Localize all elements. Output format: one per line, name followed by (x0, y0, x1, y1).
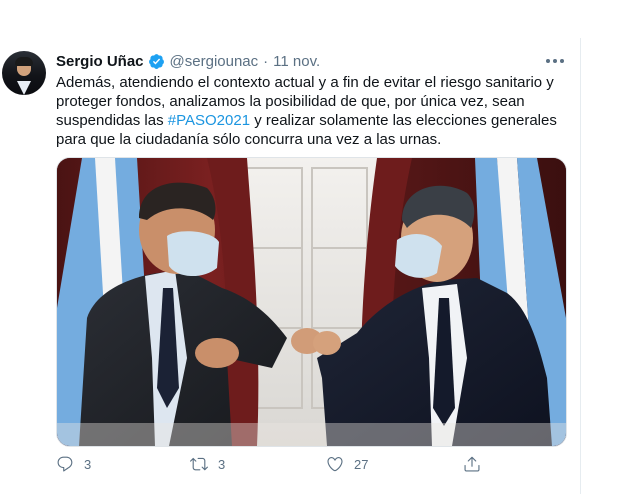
more-dot (546, 59, 550, 63)
like-button[interactable]: 27 (326, 455, 368, 473)
retweet-icon (190, 457, 208, 471)
share-icon (464, 456, 480, 472)
reply-button[interactable]: 3 (56, 455, 91, 473)
verified-badge-icon (148, 53, 165, 70)
tweet-header: Sergio Uñac @sergiounac · 11 nov. (56, 51, 320, 71)
tweet-actions: 3 3 27 (56, 455, 566, 475)
retweet-count: 3 (218, 456, 226, 472)
photo-illustration (57, 158, 566, 446)
tweet: Sergio Uñac @sergiounac · 11 nov. Además… (0, 0, 580, 494)
reply-count: 3 (84, 456, 92, 472)
tweet-date[interactable]: 11 nov. (273, 53, 320, 70)
retweet-button[interactable]: 3 (190, 455, 225, 473)
more-dot (553, 59, 557, 63)
like-icon (327, 457, 343, 472)
more-dot (560, 59, 564, 63)
author-handle[interactable]: @sergiounac (170, 53, 259, 70)
more-options-icon[interactable] (545, 56, 565, 66)
author-name[interactable]: Sergio Uñac (56, 53, 144, 70)
avatar-hair (15, 57, 33, 66)
tweet-photo[interactable] (56, 157, 567, 447)
tweet-text: Además, atendiendo el contexto actual y … (56, 73, 576, 149)
like-count: 27 (354, 456, 369, 472)
avatar-shirt (17, 81, 31, 95)
hashtag-link[interactable]: #PASO2021 (168, 112, 250, 129)
timeline-divider (580, 38, 581, 494)
avatar[interactable] (2, 51, 46, 95)
header-separator: · (263, 52, 269, 70)
share-button[interactable] (463, 455, 481, 473)
reply-icon (57, 456, 73, 472)
